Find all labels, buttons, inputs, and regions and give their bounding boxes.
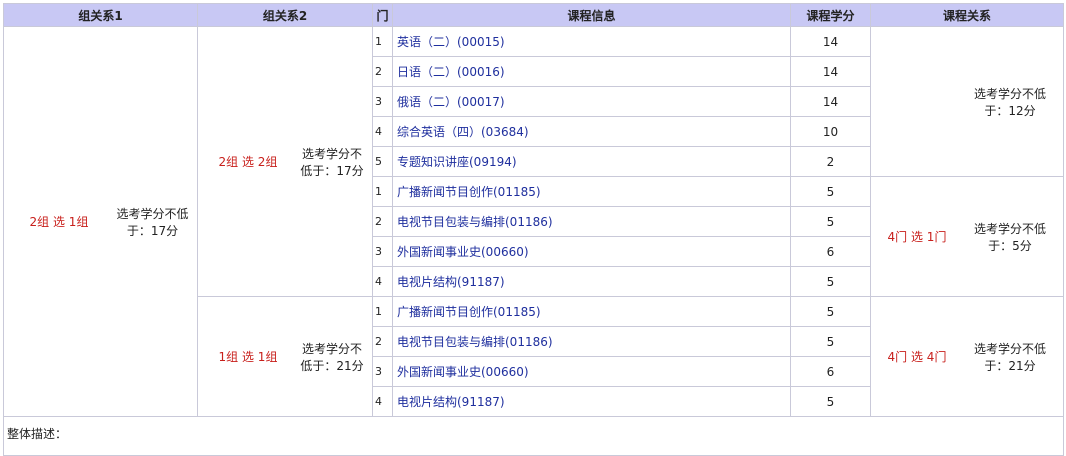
course-number: 4: [372, 266, 393, 297]
course-link[interactable]: 广播新闻节目创作(01185): [397, 305, 541, 319]
course-relation-1-0-min-credit: 选考学分不低于：21分: [973, 341, 1046, 373]
course-info-cell: 俄语（二）(00017): [392, 86, 791, 117]
course-number: 2: [372, 206, 393, 237]
course-info-cell: 日语（二）(00016): [392, 56, 791, 87]
course-relation-0-0-min-credit: 选考学分不低于：12分: [973, 86, 1046, 118]
course-link[interactable]: 电视片结构(91187): [397, 395, 505, 409]
course-number: 5: [372, 146, 393, 177]
course-info-cell: 外国新闻事业史(00660): [392, 236, 791, 267]
course-link[interactable]: 外国新闻事业史(00660): [397, 245, 529, 259]
course-info-cell: 广播新闻节目创作(01185): [392, 296, 791, 327]
table-row: 2组 选 1组 选考学分不低于：17分 2组 选 2组 选考学分不低于：17分 1 英语（…: [3, 26, 1064, 417]
course-number: 2: [372, 56, 393, 87]
course-number: 3: [372, 86, 393, 117]
course-link[interactable]: 电视节目包装与编排(01186): [397, 335, 553, 349]
overall-description: 整体描述：: [3, 416, 1064, 456]
course-info-cell: 电视片结构(91187): [392, 386, 791, 417]
course-relation-0-0: 选考学分不低于：12分: [870, 26, 1064, 177]
course-info-cell: 专题知识讲座(09194): [392, 146, 791, 177]
course-link[interactable]: 专题知识讲座(09194): [397, 155, 517, 169]
course-relation-0-0-select: [871, 85, 963, 119]
course-number: 3: [372, 356, 393, 387]
course-relation-0-1-select: 4门 选 1门: [887, 230, 947, 244]
course-relation-0-1: 4门 选 1门 选考学分不低于：5分: [870, 176, 1064, 297]
course-info-cell: 英语（二）(00015): [392, 26, 791, 57]
course-number: 1: [372, 176, 393, 207]
course-link[interactable]: 日语（二）(00016): [397, 65, 505, 79]
course-credit: 5: [790, 326, 871, 357]
group-relation-0: 2组 选 2组 选考学分不低于：17分: [197, 26, 373, 297]
course-number: 4: [372, 386, 393, 417]
course-info-cell: 电视片结构(91187): [392, 266, 791, 297]
course-number: 3: [372, 236, 393, 267]
header-course-rel: 课程关系: [870, 3, 1064, 27]
course-link[interactable]: 综合英语（四）(03684): [397, 125, 529, 139]
course-relation-0-1-min-credit: 选考学分不低于：5分: [973, 221, 1046, 253]
level1-relation-select: 2组 选 1组: [29, 215, 89, 229]
course-link[interactable]: 英语（二）(00015): [397, 35, 505, 49]
level1-relation: 2组 选 1组 选考学分不低于：17分: [3, 26, 198, 417]
group-relation-0-select: 2组 选 2组: [218, 155, 278, 169]
course-number: 2: [372, 326, 393, 357]
course-relation-1-0-select: 4门 选 4门: [887, 350, 947, 364]
course-credit: 2: [790, 146, 871, 177]
course-number: 1: [372, 296, 393, 327]
course-link[interactable]: 俄语（二）(00017): [397, 95, 505, 109]
course-info-cell: 外国新闻事业史(00660): [392, 356, 791, 387]
header-course-credit: 课程学分: [790, 3, 871, 27]
course-credit: 14: [790, 56, 871, 87]
header-course-info: 课程信息: [392, 3, 791, 27]
course-number: 1: [372, 26, 393, 57]
course-link[interactable]: 电视节目包装与编排(01186): [397, 215, 553, 229]
group-relation-1-min-credit: 选考学分不低于：21分: [300, 341, 364, 373]
course-relation-table: 组关系1 组关系2 门 课程信息 课程学分 课程关系 2组 选 1组选考学分不低…: [3, 3, 1064, 456]
course-credit: 14: [790, 26, 871, 57]
course-credit: 14: [790, 86, 871, 117]
course-link[interactable]: 外国新闻事业史(00660): [397, 365, 529, 379]
table-body: 2组 选 1组 选考学分不低于：17分 2组 选 2组 选考学分不低于：17分 1 英语（…: [3, 26, 1064, 417]
course-relation-1-0: 4门 选 4门 选考学分不低于：21分: [870, 296, 1064, 417]
header-group-rel-1: 组关系1: [3, 3, 198, 27]
course-info-cell: 电视节目包装与编排(01186): [392, 326, 791, 357]
course-credit: 5: [790, 176, 871, 207]
course-link[interactable]: 电视片结构(91187): [397, 275, 505, 289]
footer-row: 整体描述：: [3, 416, 1064, 456]
course-credit: 5: [790, 296, 871, 327]
course-credit: 10: [790, 116, 871, 147]
header-door: 门: [372, 3, 393, 27]
header-row: 组关系1 组关系2 门 课程信息 课程学分 课程关系: [3, 3, 1064, 27]
level1-relation-min-credit: 选考学分不低于：17分: [116, 206, 189, 238]
group-relation-0-min-credit: 选考学分不低于：17分: [300, 146, 364, 178]
course-credit: 5: [790, 386, 871, 417]
course-number: 4: [372, 116, 393, 147]
course-info-cell: 广播新闻节目创作(01185): [392, 176, 791, 207]
group-relation-1: 1组 选 1组 选考学分不低于：21分: [197, 296, 373, 417]
course-link[interactable]: 广播新闻节目创作(01185): [397, 185, 541, 199]
course-info-cell: 电视节目包装与编排(01186): [392, 206, 791, 237]
course-info-cell: 综合英语（四）(03684): [392, 116, 791, 147]
course-credit: 5: [790, 266, 871, 297]
course-credit: 5: [790, 206, 871, 237]
header-group-rel-2: 组关系2: [197, 3, 373, 27]
group-relation-1-select: 1组 选 1组: [218, 350, 278, 364]
course-credit: 6: [790, 236, 871, 267]
course-credit: 6: [790, 356, 871, 387]
